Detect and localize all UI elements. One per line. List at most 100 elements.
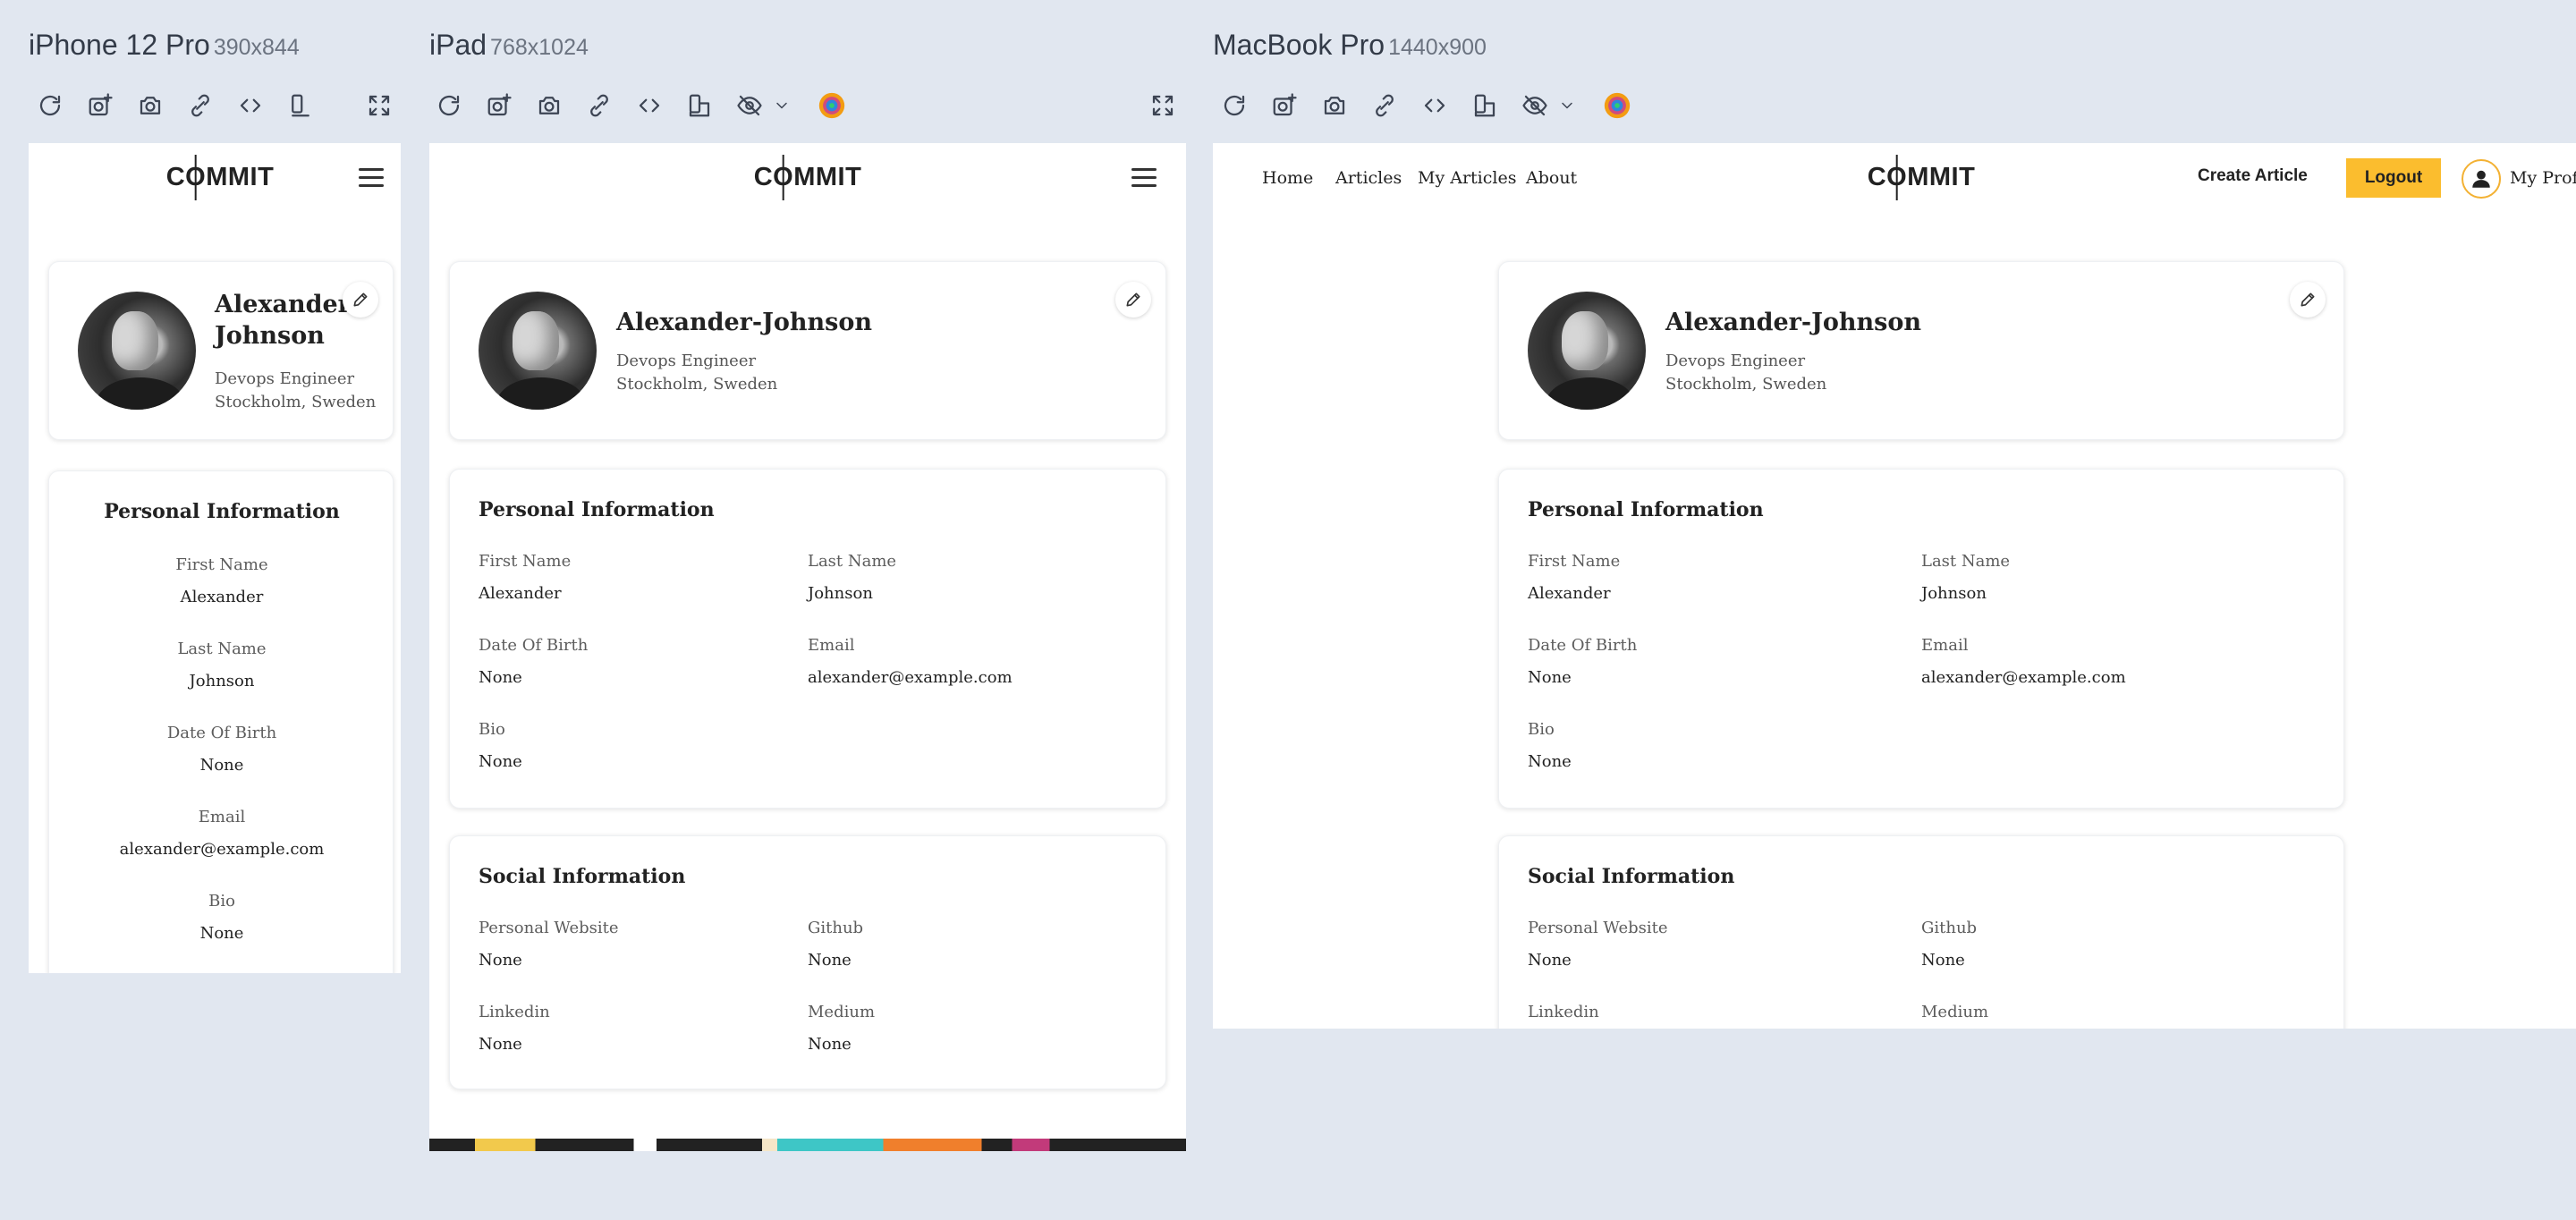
hide-icon[interactable] bbox=[732, 88, 767, 123]
bio-value: None bbox=[1528, 752, 1572, 771]
personal-info-heading: Personal Information bbox=[104, 500, 340, 523]
code-icon[interactable] bbox=[1417, 88, 1453, 123]
personal-info-card: Personal Information First Name Alexande… bbox=[449, 469, 1166, 809]
last-name-value: Johnson bbox=[808, 584, 873, 603]
device-toolbar bbox=[1213, 88, 2576, 123]
link-icon[interactable] bbox=[581, 88, 617, 123]
refresh-icon[interactable] bbox=[431, 88, 467, 123]
profile-location: Stockholm, Sweden bbox=[215, 393, 377, 411]
first-name-label: First Name bbox=[1528, 552, 1621, 571]
personal-info-heading: Personal Information bbox=[479, 498, 715, 521]
website-value: None bbox=[479, 951, 522, 970]
site-logo[interactable]: COMMIT bbox=[166, 163, 275, 193]
email-label: Email bbox=[198, 808, 246, 826]
pencil-icon bbox=[353, 292, 368, 307]
nav-home[interactable]: Home bbox=[1262, 168, 1313, 188]
color-picker-icon[interactable] bbox=[1599, 88, 1635, 123]
profile-name: Alexander- Johnson bbox=[215, 291, 361, 350]
chevron-down-icon[interactable] bbox=[764, 88, 800, 123]
profile-photo bbox=[1528, 292, 1646, 410]
fullscreen-icon[interactable] bbox=[1145, 88, 1181, 123]
site-header: Home Articles My Articles About COMMIT C… bbox=[1213, 143, 2576, 211]
site-logo[interactable]: COMMIT bbox=[754, 163, 862, 193]
site-header: COMMIT bbox=[29, 143, 401, 211]
github-label: Github bbox=[1921, 919, 1978, 937]
color-picker-icon[interactable] bbox=[814, 88, 850, 123]
profile-name: Alexander-Johnson bbox=[1665, 309, 1921, 336]
bio-label: Bio bbox=[1528, 720, 1555, 739]
iphone-viewport: COMMIT Alexander- Johnson Devops Enginee… bbox=[29, 143, 401, 973]
first-name-label: First Name bbox=[479, 552, 572, 571]
social-info-heading: Social Information bbox=[1528, 865, 1735, 888]
social-info-card: Social Information Personal Website None… bbox=[1498, 835, 2344, 1029]
email-label: Email bbox=[808, 636, 855, 655]
nav-my-articles[interactable]: My Articles bbox=[1418, 168, 1516, 188]
first-name-value: Alexander bbox=[479, 584, 562, 603]
refresh-icon[interactable] bbox=[32, 88, 68, 123]
pencil-icon bbox=[2301, 292, 2315, 307]
camera-icon[interactable] bbox=[1317, 88, 1352, 123]
fullscreen-icon[interactable] bbox=[361, 88, 397, 123]
medium-value: None bbox=[808, 1035, 852, 1054]
logout-button[interactable]: Logout bbox=[2346, 158, 2441, 198]
dob-value: None bbox=[199, 756, 244, 775]
device-title: MacBook Pro 1440x900 bbox=[1213, 29, 1487, 61]
refresh-icon[interactable] bbox=[1216, 88, 1252, 123]
chevron-down-icon[interactable] bbox=[1549, 88, 1585, 123]
nav-about[interactable]: About bbox=[1526, 168, 1577, 188]
link-icon[interactable] bbox=[182, 88, 218, 123]
website-label: Personal Website bbox=[1528, 919, 1668, 937]
profile-card: Alexander-Johnson Devops Engineer Stockh… bbox=[449, 261, 1166, 440]
menu-icon[interactable] bbox=[359, 168, 384, 188]
profile-photo bbox=[479, 292, 597, 410]
camera-icon[interactable] bbox=[132, 88, 168, 123]
edit-profile-button[interactable] bbox=[343, 282, 378, 318]
social-info-heading: Social Information bbox=[479, 865, 686, 888]
code-icon[interactable] bbox=[631, 88, 667, 123]
last-name-label: Last Name bbox=[177, 640, 267, 658]
camera-icon[interactable] bbox=[531, 88, 567, 123]
first-name-label: First Name bbox=[175, 555, 268, 574]
personal-info-card: Personal Information First Name Alexande… bbox=[1498, 469, 2344, 809]
profile-title: Devops Engineer bbox=[1665, 352, 1806, 370]
add-screenshot-icon[interactable] bbox=[82, 88, 118, 123]
website-value: None bbox=[1528, 951, 1572, 970]
profile-title: Devops Engineer bbox=[215, 369, 355, 388]
first-name-value: Alexander bbox=[180, 588, 264, 606]
medium-label: Medium bbox=[808, 1003, 876, 1021]
email-label: Email bbox=[1921, 636, 1969, 655]
edit-profile-button[interactable] bbox=[1115, 282, 1151, 318]
bio-value: None bbox=[479, 752, 522, 771]
code-icon[interactable] bbox=[233, 88, 268, 123]
add-screenshot-icon[interactable] bbox=[481, 88, 517, 123]
rotate-device-icon[interactable] bbox=[682, 88, 717, 123]
linkedin-value: None bbox=[479, 1035, 522, 1054]
email-value: alexander@example.com bbox=[1921, 668, 2126, 687]
github-value: None bbox=[1921, 951, 1965, 970]
create-article-link[interactable]: Create Article bbox=[2198, 166, 2308, 186]
email-value: alexander@example.com bbox=[119, 840, 325, 859]
profile-card: Alexander- Johnson Devops Engineer Stock… bbox=[48, 261, 394, 440]
dob-label: Date Of Birth bbox=[1528, 636, 1638, 655]
email-value: alexander@example.com bbox=[808, 668, 1013, 687]
profile-photo bbox=[78, 292, 196, 410]
nav-articles[interactable]: Articles bbox=[1335, 168, 1402, 188]
rotate-device-icon[interactable] bbox=[283, 88, 318, 123]
hide-icon[interactable] bbox=[1517, 88, 1553, 123]
profile-location: Stockholm, Sweden bbox=[1665, 375, 1827, 394]
user-icon bbox=[2472, 170, 2490, 188]
link-icon[interactable] bbox=[1367, 88, 1402, 123]
footer-stripe bbox=[429, 1139, 1186, 1151]
device-toolbar bbox=[429, 88, 1186, 123]
menu-icon[interactable] bbox=[1131, 168, 1157, 188]
site-logo[interactable]: COMMIT bbox=[1868, 163, 1976, 193]
user-avatar[interactable] bbox=[2462, 159, 2501, 199]
edit-profile-button[interactable] bbox=[2290, 282, 2326, 318]
dob-value: None bbox=[1528, 668, 1572, 687]
my-profile-link[interactable]: My Profile bbox=[2510, 168, 2576, 188]
add-screenshot-icon[interactable] bbox=[1267, 88, 1302, 123]
social-info-card: Social Information Personal Website None… bbox=[449, 835, 1166, 1089]
last-name-value: Johnson bbox=[1921, 584, 1987, 603]
rotate-device-icon[interactable] bbox=[1467, 88, 1503, 123]
github-label: Github bbox=[808, 919, 864, 937]
